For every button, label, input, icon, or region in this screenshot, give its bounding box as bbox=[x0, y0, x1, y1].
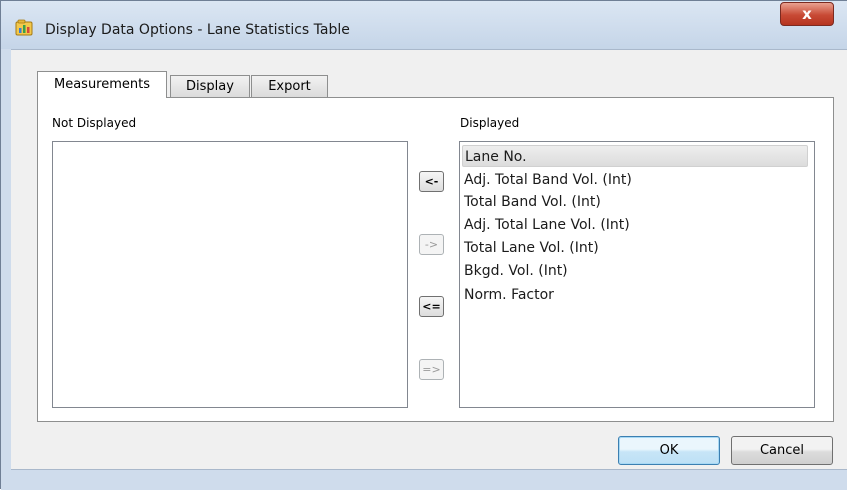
tab-display-label: Display bbox=[186, 79, 234, 94]
move-all-right-button[interactable]: => bbox=[419, 359, 444, 380]
not-displayed-list[interactable] bbox=[52, 141, 408, 408]
cancel-button[interactable]: Cancel bbox=[731, 436, 833, 465]
list-item[interactable]: Adj. Total Lane Vol. (Int) bbox=[464, 214, 630, 236]
move-right-button[interactable]: -> bbox=[419, 234, 444, 255]
window-title: Display Data Options - Lane Statistics T… bbox=[45, 22, 350, 38]
displayed-list[interactable]: Lane No. Adj. Total Band Vol. (Int) Tota… bbox=[459, 141, 815, 408]
dialog-window: Display Data Options - Lane Statistics T… bbox=[0, 0, 847, 490]
list-item[interactable]: Adj. Total Band Vol. (Int) bbox=[464, 169, 632, 191]
frame-divider bbox=[11, 469, 847, 470]
list-item[interactable]: Total Lane Vol. (Int) bbox=[464, 237, 599, 259]
title-bar[interactable]: Display Data Options - Lane Statistics T… bbox=[1, 1, 847, 49]
move-all-left-button[interactable]: <= bbox=[419, 296, 444, 317]
tab-export[interactable]: Export bbox=[251, 75, 328, 98]
tab-measurements-label: Measurements bbox=[53, 77, 151, 92]
chart-app-icon bbox=[15, 19, 33, 36]
displayed-label: Displayed bbox=[460, 116, 520, 130]
list-item[interactable]: Total Band Vol. (Int) bbox=[464, 191, 601, 213]
list-item[interactable]: Bkgd. Vol. (Int) bbox=[464, 260, 568, 282]
tab-export-label: Export bbox=[268, 79, 311, 94]
close-icon: x bbox=[802, 5, 812, 23]
move-left-button[interactable]: <- bbox=[419, 171, 444, 192]
window-bottom-frame bbox=[1, 469, 847, 490]
not-displayed-label: Not Displayed bbox=[52, 116, 137, 130]
tab-display[interactable]: Display bbox=[170, 75, 250, 98]
ok-button[interactable]: OK bbox=[618, 436, 720, 465]
list-item[interactable]: Norm. Factor bbox=[464, 284, 554, 306]
list-item[interactable]: Lane No. bbox=[462, 145, 808, 167]
tab-measurements[interactable]: Measurements bbox=[37, 71, 167, 98]
close-button[interactable]: x bbox=[780, 2, 834, 26]
